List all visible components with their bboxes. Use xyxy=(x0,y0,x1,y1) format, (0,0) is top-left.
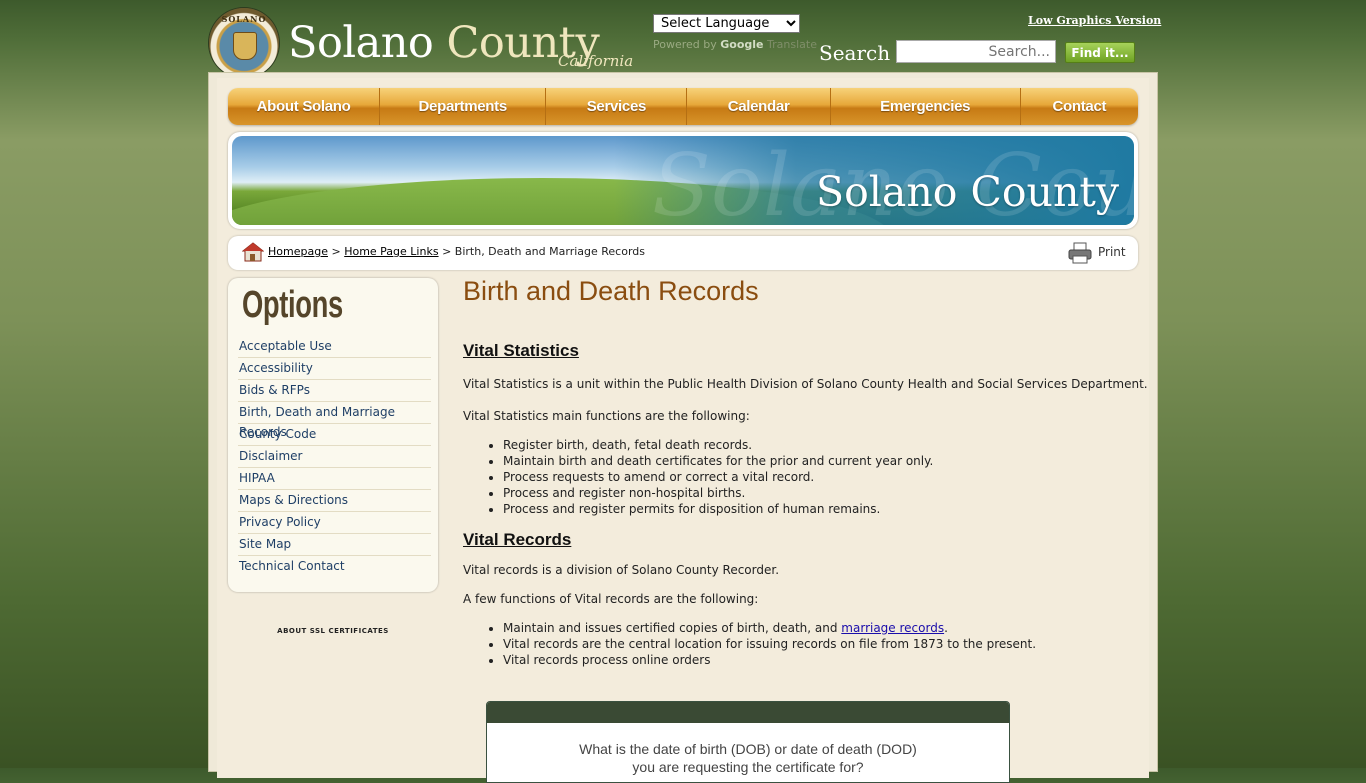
nav-services[interactable]: Services xyxy=(546,88,688,125)
list-item: Process requests to amend or correct a v… xyxy=(503,469,933,485)
question-box-header xyxy=(487,702,1009,723)
list-item-text: Maintain and issues certified copies of … xyxy=(503,621,842,635)
nav-about-solano[interactable]: About Solano xyxy=(228,88,381,125)
nav-calendar[interactable]: Calendar xyxy=(687,88,831,125)
find-button[interactable]: Find it... xyxy=(1065,42,1135,63)
sidebar-item-privacy-policy[interactable]: Privacy Policy xyxy=(238,512,431,534)
print-button[interactable]: Print xyxy=(1068,242,1128,264)
vital-statistics-heading: Vital Statistics xyxy=(463,341,579,360)
nav-emergencies[interactable]: Emergencies xyxy=(831,88,1021,125)
breadcrumb: Homepage > Home Page Links > Birth, Deat… xyxy=(228,236,1138,270)
sidebar-title: Options xyxy=(242,284,343,326)
translate-link[interactable]: Translate xyxy=(767,38,817,51)
search-label: Search xyxy=(819,41,891,65)
breadcrumb-separator: > xyxy=(442,245,452,258)
vital-records-functions-intro: A few functions of Vital records are the… xyxy=(463,592,759,606)
breadcrumb-homepage-link[interactable]: Homepage xyxy=(268,245,328,258)
seal-text: SOLANO xyxy=(221,14,267,24)
list-item: Maintain birth and death certificates fo… xyxy=(503,453,933,469)
ssl-certificates-link[interactable]: ABOUT SSL CERTIFICATES xyxy=(228,627,438,635)
vital-records-heading: Vital Records xyxy=(463,530,572,549)
breadcrumb-home-page-links[interactable]: Home Page Links xyxy=(344,245,438,258)
sidebar-item-birth-death-marriage[interactable]: Birth, Death and Marriage Records xyxy=(238,402,431,439)
powered-by-google: Powered by Google Translate xyxy=(653,38,817,51)
sidebar-item-site-map[interactable]: Site Map xyxy=(238,534,431,556)
vital-statistics-intro: Vital Statistics is a unit within the Pu… xyxy=(463,377,1148,391)
banner-title: Solano County xyxy=(816,168,1119,216)
sidebar-item-hipaa[interactable]: HIPAA xyxy=(238,468,431,490)
marriage-records-link[interactable]: marriage records xyxy=(841,621,944,635)
home-icon[interactable] xyxy=(242,241,264,263)
list-item: Register birth, death, fetal death recor… xyxy=(503,437,933,453)
sidebar-item-acceptable-use[interactable]: Acceptable Use xyxy=(238,336,431,358)
sidebar-item-disclaimer[interactable]: Disclaimer xyxy=(238,446,431,468)
vital-statistics-list: Register birth, death, fetal death recor… xyxy=(463,437,933,517)
nav-contact[interactable]: Contact xyxy=(1021,88,1138,125)
sidebar-item-accessibility[interactable]: Accessibility xyxy=(238,358,431,380)
site-logo-text[interactable]: Solano County xyxy=(288,22,600,65)
powered-by-label: Powered by xyxy=(653,38,717,51)
question-text: What is the date of birth (DOB) or date … xyxy=(487,740,1009,776)
sidebar-item-technical-contact[interactable]: Technical Contact xyxy=(238,556,431,577)
question-line-1: What is the date of birth (DOB) or date … xyxy=(579,741,917,757)
google-logo: Google xyxy=(720,38,764,51)
question-line-2: you are requesting the certificate for? xyxy=(632,759,864,775)
breadcrumb-trail: Homepage > Home Page Links > Birth, Deat… xyxy=(268,245,645,258)
logo-subtitle: California xyxy=(558,52,634,70)
low-graphics-link[interactable]: Low Graphics Version xyxy=(1028,14,1161,27)
vital-records-list: Maintain and issues certified copies of … xyxy=(463,620,1036,668)
banner-image: Solano County Solano County xyxy=(232,136,1134,225)
banner: Solano County Solano County xyxy=(228,132,1138,229)
main-nav: About Solano Departments Services Calend… xyxy=(228,88,1138,125)
list-item: Maintain and issues certified copies of … xyxy=(503,620,1036,636)
list-item: Process and register non-hospital births… xyxy=(503,485,933,501)
breadcrumb-separator: > xyxy=(331,245,341,258)
vital-records-intro: Vital records is a division of Solano Co… xyxy=(463,563,780,577)
sidebar-options: Options Acceptable Use Accessibility Bid… xyxy=(228,278,438,592)
vital-statistics-functions-intro: Vital Statistics main functions are the … xyxy=(463,409,750,423)
search-input[interactable] xyxy=(896,40,1056,63)
site-header: SOLANO Solano County California Select L… xyxy=(0,0,1366,78)
county-seal-logo[interactable]: SOLANO xyxy=(209,8,279,78)
breadcrumb-current: Birth, Death and Marriage Records xyxy=(454,245,645,258)
printer-icon xyxy=(1068,242,1092,264)
sidebar-item-county-code[interactable]: County Code xyxy=(238,424,431,446)
list-item: Vital records process online orders xyxy=(503,652,1036,668)
sidebar-item-maps-directions[interactable]: Maps & Directions xyxy=(238,490,431,512)
language-select[interactable]: Select Language xyxy=(653,14,800,33)
question-box: What is the date of birth (DOB) or date … xyxy=(486,701,1010,783)
list-item: Process and register permits for disposi… xyxy=(503,501,933,517)
sidebar-item-bids-rfps[interactable]: Bids & RFPs xyxy=(238,380,431,402)
seal-shield-icon xyxy=(233,32,257,60)
page-title: Birth and Death Records xyxy=(463,276,759,306)
logo-word-solano: Solano xyxy=(288,18,434,68)
list-item: Vital records are the central location f… xyxy=(503,636,1036,652)
sidebar-list: Acceptable Use Accessibility Bids & RFPs… xyxy=(238,336,431,577)
print-label: Print xyxy=(1098,245,1126,259)
list-item-text: . xyxy=(944,621,948,635)
nav-departments[interactable]: Departments xyxy=(380,88,547,125)
